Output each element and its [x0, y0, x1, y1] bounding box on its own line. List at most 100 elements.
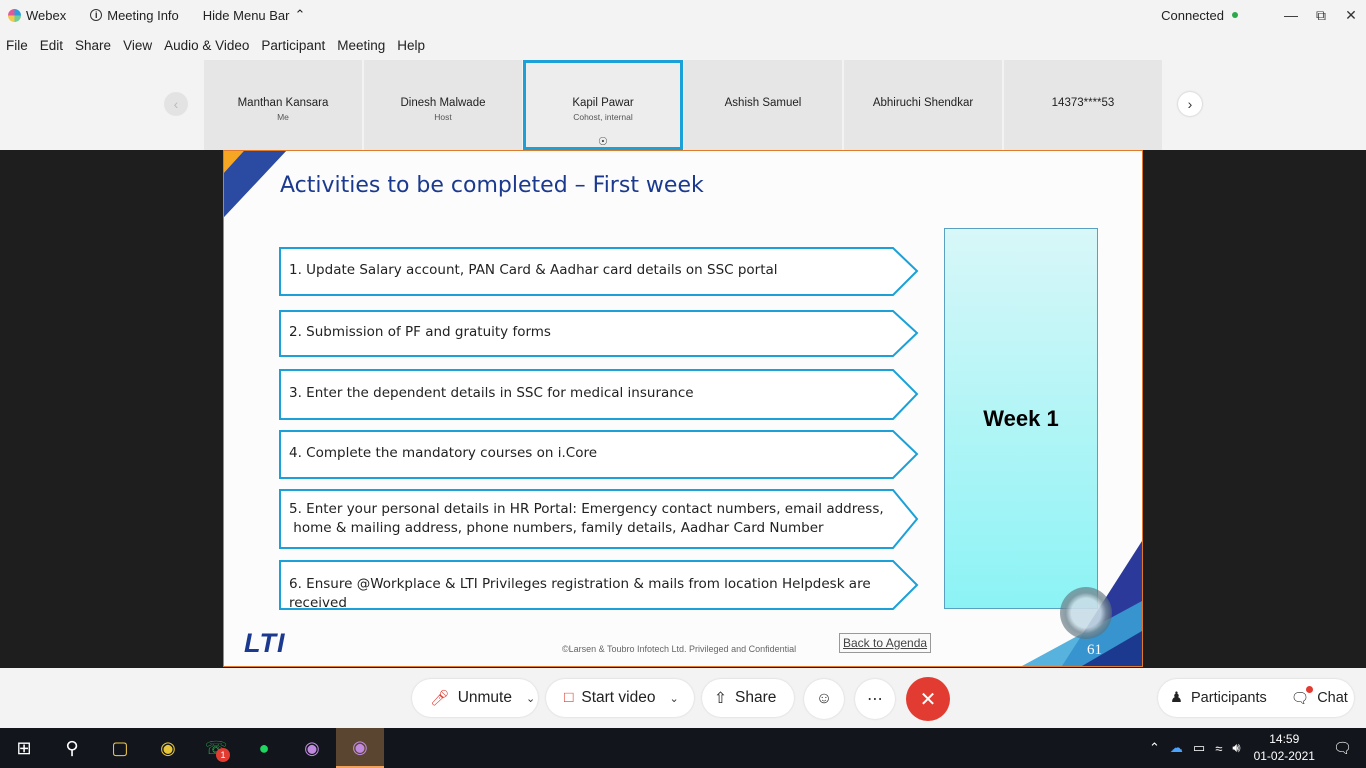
active-speaker-tile[interactable]: Kapil Pawar Cohost, internal ☉	[523, 60, 683, 150]
onedrive-icon[interactable]: ☁	[1170, 740, 1183, 756]
file-explorer-icon[interactable]: ▢	[96, 728, 144, 768]
meeting-info-button[interactable]: i Meeting Info	[90, 8, 179, 23]
participant-role: Host	[434, 112, 452, 122]
share-label: Share	[735, 689, 777, 706]
share-button[interactable]: ⇧ Share	[702, 679, 794, 717]
shared-content-area: Activities to be completed – First week …	[0, 150, 1366, 668]
spotify-icon[interactable]: ●	[240, 728, 288, 768]
meeting-controls: 🎤︎ Unmute ⌄ □ Start video ⌄ ⇧ Share ☺ ⋯ …	[0, 668, 1366, 728]
person-icon: ♟	[1170, 690, 1183, 706]
reactions-button[interactable]: ☺	[804, 679, 844, 719]
app-name: Webex	[26, 7, 67, 23]
menu-help[interactable]: Help	[397, 38, 425, 53]
participant-name: Kapil Pawar	[572, 97, 634, 109]
activity-text: 5. Enter your personal details in HR Por…	[289, 501, 884, 517]
activity-item: 5. Enter your personal details in HR Por…	[279, 489, 919, 549]
notifications-icon[interactable]: 🗨︎	[1333, 739, 1352, 757]
speaking-indicator-icon: ☉	[598, 136, 608, 148]
emoji-icon: ☺	[815, 690, 833, 707]
participants-button[interactable]: ♟ Participants	[1158, 679, 1279, 717]
participant-name: Manthan Kansara	[237, 97, 329, 109]
chevron-left-icon: ‹	[173, 96, 179, 112]
start-video-button[interactable]: □ Start video ⌄	[546, 679, 694, 717]
participant-tile[interactable]: Dinesh Malwade Host	[364, 60, 522, 150]
activity-text: 2. Submission of PF and gratuity forms	[289, 324, 551, 340]
status-dot-icon	[1232, 12, 1238, 18]
hide-menu-bar-label: Hide Menu Bar	[202, 7, 290, 23]
participants-label: Participants	[1191, 690, 1267, 706]
search-icon[interactable]: ⚲	[48, 728, 96, 768]
activity-text-continued: home & mailing address, phone numbers, f…	[289, 520, 824, 536]
webex-taskbar-icon[interactable]: ◉	[288, 728, 336, 768]
chrome-icon[interactable]: ◉	[144, 728, 192, 768]
panel-buttons: ♟ Participants 🗨︎ Chat	[1158, 679, 1354, 717]
menu-participant[interactable]: Participant	[261, 38, 325, 53]
participant-role: Cohost, internal	[573, 112, 633, 122]
menu-edit[interactable]: Edit	[40, 38, 63, 53]
next-participants-button[interactable]: ›	[1178, 92, 1202, 116]
unmute-label: Unmute	[457, 689, 512, 706]
connection-status: Connected	[1161, 8, 1238, 23]
activity-item: 1. Update Salary account, PAN Card & Aad…	[279, 247, 919, 296]
battery-icon[interactable]: ▭	[1193, 740, 1205, 756]
chevron-up-icon[interactable]: ⌃	[1149, 740, 1160, 756]
clock[interactable]: 14:59 01-02-2021	[1254, 731, 1315, 765]
restore-icon[interactable]: ⧉	[1306, 7, 1336, 24]
chat-icon: 🗨︎	[1291, 685, 1314, 707]
chat-label: Chat	[1317, 690, 1348, 706]
close-icon: ✕	[919, 688, 937, 711]
whatsapp-badge: 1	[216, 748, 230, 762]
activity-text: 3. Enter the dependent details in SSC fo…	[289, 385, 694, 401]
menu-file[interactable]: File	[6, 38, 28, 53]
wifi-icon[interactable]: ≈	[1215, 741, 1222, 756]
system-tray: ⌃ ☁ ▭ ≈ 🔊︎ 14:59 01-02-2021 🗨︎	[1144, 728, 1366, 768]
week-label: Week 1	[983, 405, 1059, 431]
info-icon: i	[90, 9, 103, 21]
connection-status-label: Connected	[1161, 7, 1224, 23]
webex-meeting-taskbar-icon[interactable]: ◉	[336, 728, 384, 768]
pointer-highlight-icon	[1060, 587, 1112, 639]
previous-participants-button[interactable]: ‹	[164, 92, 188, 116]
close-icon[interactable]: ✕	[1336, 7, 1366, 24]
volume-icon[interactable]: 🔊︎	[1232, 740, 1240, 756]
leave-meeting-button[interactable]: ✕	[906, 677, 950, 721]
chevron-down-icon[interactable]: ⌄	[526, 692, 535, 705]
clock-time: 14:59	[1269, 732, 1300, 746]
participant-tile[interactable]: 14373****53	[1004, 60, 1162, 150]
more-icon: ⋯	[867, 691, 883, 708]
menu-share[interactable]: Share	[75, 38, 111, 53]
activity-item: 4. Complete the mandatory courses on i.C…	[279, 430, 919, 479]
back-to-agenda-link[interactable]: Back to Agenda	[839, 633, 932, 653]
video-off-icon: □	[564, 689, 574, 706]
activity-text: 6. Ensure @Workplace & LTI Privileges re…	[289, 576, 871, 611]
participant-tile[interactable]: Ashish Samuel	[684, 60, 842, 150]
participant-name: Dinesh Malwade	[400, 97, 486, 109]
windows-taskbar: ⊞ ⚲ ▢ ◉ ☏ 1 ● ◉ ◉ ⌃ ☁ ▭ ≈ 🔊︎ 14:59 01-02…	[0, 728, 1366, 768]
microphone-muted-icon: 🎤︎	[430, 689, 450, 707]
participant-name: Ashish Samuel	[724, 97, 802, 109]
chevron-down-icon[interactable]: ⌄	[669, 692, 678, 705]
minimize-icon[interactable]: —	[1276, 7, 1306, 23]
activity-item: 2. Submission of PF and gratuity forms	[279, 310, 919, 357]
slide-title: Activities to be completed – First week	[280, 173, 704, 198]
unmute-button[interactable]: 🎤︎ Unmute ⌄	[412, 679, 538, 717]
windows-start-icon[interactable]: ⊞	[0, 728, 48, 768]
hide-menu-bar-button[interactable]: Hide Menu Bar ⌃	[203, 7, 306, 23]
menu-meeting[interactable]: Meeting	[337, 38, 385, 53]
whatsapp-icon[interactable]: ☏ 1	[192, 728, 240, 768]
slide-page-number: 61	[1087, 642, 1102, 658]
webex-app-menu[interactable]: Webex	[8, 8, 66, 23]
participant-tile[interactable]: Abhiruchi Shendkar	[844, 60, 1002, 150]
activity-text: 1. Update Salary account, PAN Card & Aad…	[289, 262, 778, 278]
start-video-label: Start video	[581, 689, 656, 706]
chat-button[interactable]: 🗨︎ Chat	[1279, 679, 1360, 717]
slide-corner-decoration	[224, 151, 286, 217]
lti-logo: LTI	[244, 628, 286, 658]
participant-name: Abhiruchi Shendkar	[872, 97, 974, 109]
menu-view[interactable]: View	[123, 38, 152, 53]
activity-text: 4. Complete the mandatory courses on i.C…	[289, 445, 598, 461]
presentation-slide: Activities to be completed – First week …	[223, 150, 1143, 667]
menu-audio-video[interactable]: Audio & Video	[164, 38, 249, 53]
participant-tile[interactable]: Manthan Kansara Me	[204, 60, 362, 150]
more-options-button[interactable]: ⋯	[855, 679, 895, 719]
